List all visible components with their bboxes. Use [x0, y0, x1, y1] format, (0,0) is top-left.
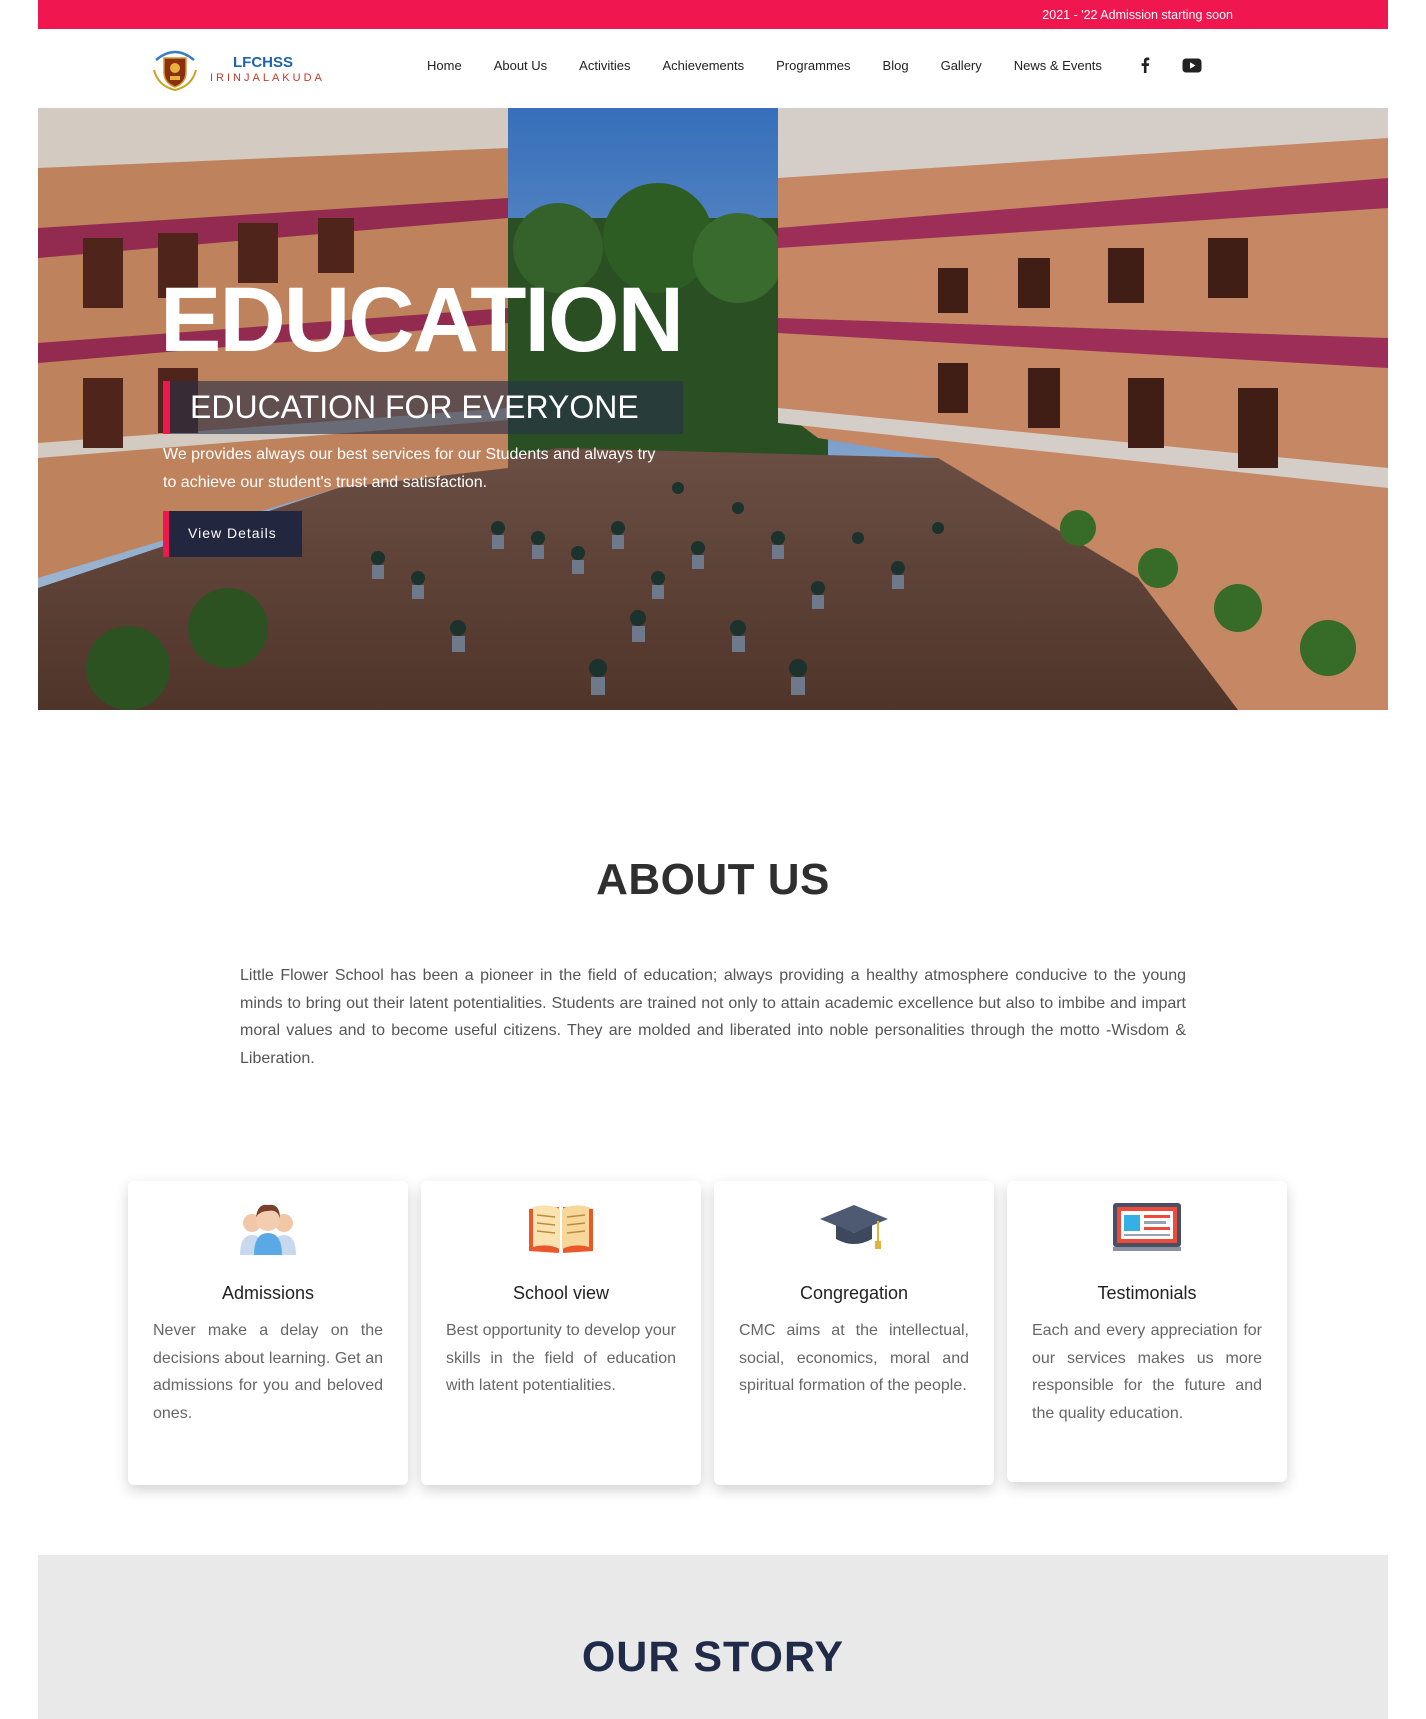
logo-place: IRINJALAKUDA: [210, 71, 325, 84]
school-crest-icon: [150, 46, 200, 92]
nav-programmes[interactable]: Programmes: [776, 58, 850, 73]
nav-blog[interactable]: Blog: [883, 58, 909, 73]
site-logo[interactable]: LFCHSS IRINJALAKUDA: [150, 46, 325, 92]
hero-title: EDUCATION: [160, 269, 684, 371]
card-school-view[interactable]: School view Best opportunity to develop …: [421, 1181, 701, 1485]
nav-activities[interactable]: Activities: [579, 58, 630, 73]
card-congregation[interactable]: Congregation CMC aims at the intellectua…: [714, 1181, 994, 1485]
about-title: ABOUT US: [596, 855, 830, 904]
nav-achievements[interactable]: Achievements: [662, 58, 744, 73]
students-group-icon: [232, 1197, 304, 1257]
view-details-button[interactable]: View Details: [163, 511, 302, 557]
card-title: Testimonials: [1097, 1283, 1197, 1303]
about-text: Little Flower School has been a pioneer …: [240, 967, 1186, 1067]
card-text: Never make a delay on the decisions abou…: [153, 1322, 383, 1422]
announcement-bar: 2021 - '22 Admission starting soon: [38, 0, 1388, 29]
hero-subtitle: EDUCATION FOR EVERYONE: [190, 389, 639, 425]
site-header: LFCHSS IRINJALAKUDA Home About Us Activi…: [38, 29, 1388, 108]
youtube-icon[interactable]: [1182, 58, 1202, 73]
card-testimonials[interactable]: Testimonials Each and every appreciation…: [1007, 1181, 1287, 1482]
card-title: Congregation: [799, 1283, 909, 1303]
announcement-text: 2021 - '22 Admission starting soon: [1042, 8, 1233, 22]
nav-home[interactable]: Home: [427, 58, 462, 73]
facebook-icon[interactable]: [1140, 57, 1150, 73]
card-title: Admissions: [221, 1283, 315, 1303]
card-text: Best opportunity to develop your skills …: [446, 1322, 676, 1394]
logo-name: LFCHSS: [233, 53, 293, 71]
hero-banner: EDUCATION EDUCATION FOR EVERYONE We prov…: [38, 108, 1388, 710]
graduation-cap-icon: [818, 1197, 890, 1257]
main-nav: Home About Us Activities Achievements Pr…: [427, 57, 1228, 73]
card-text: CMC aims at the intellectual, social, ec…: [739, 1322, 969, 1394]
nav-gallery[interactable]: Gallery: [941, 58, 982, 73]
card-text: Each and every appreciation for our serv…: [1032, 1322, 1262, 1422]
our-story-section: OUR STORY: [38, 1555, 1388, 1719]
hero-description: We provides always our best services for…: [163, 446, 656, 491]
nav-news-events[interactable]: News & Events: [1014, 58, 1102, 73]
open-book-icon: [525, 1197, 597, 1257]
nav-about-us[interactable]: About Us: [494, 58, 547, 73]
card-title: School view: [512, 1283, 610, 1303]
our-story-title: OUR STORY: [581, 1633, 845, 1681]
presentation-screen-icon: [1111, 1197, 1183, 1257]
hero-subtitle-box: EDUCATION FOR EVERYONE: [163, 381, 683, 434]
card-admissions[interactable]: Admissions Never make a delay on the dec…: [128, 1181, 408, 1485]
